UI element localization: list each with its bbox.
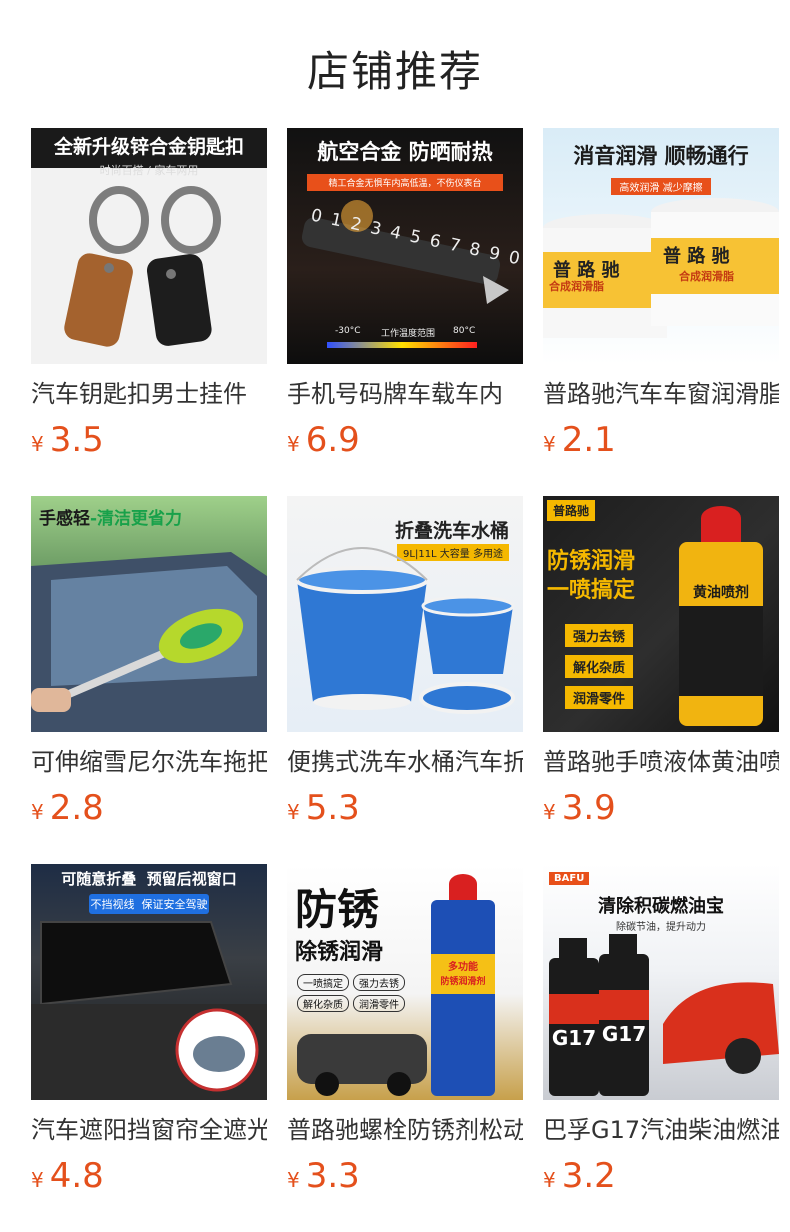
product-image: 手感轻-清洁更省力 [31,496,267,732]
product-image: 可随意折叠 预留后视窗口 不挡视线 保证安全驾驶 [31,864,267,1100]
product-price: ¥3.3 [287,1158,523,1194]
currency-symbol: ¥ [543,1168,556,1192]
product-name: 巴孚G17汽油柴油燃油宝 [543,1116,779,1144]
product-card-folding-bucket[interactable]: 折叠洗车水桶 9L|11L 大容量 多用途 便携式洗车水桶汽车折叠 ¥5.3 [287,496,523,828]
price-value: 2.8 [49,788,104,828]
can-label: 黄油喷剂 [693,585,749,601]
currency-symbol: ¥ [287,432,300,456]
product-card-chenille-mop[interactable]: 手感轻-清洁更省力 可伸缩雪尼尔洗车拖把 ¥2.8 [31,496,267,828]
price-value: 3.9 [561,788,616,828]
product-price: ¥2.1 [543,422,779,458]
product-image: BAFU 清除积碳燃油宝 除碳节油，提升动力 G17 G17 [543,864,779,1100]
product-image: 防锈 除锈润滑 一喷搞定 强力去锈 解化杂质 润滑零件 多功能 防锈润滑剂 [287,864,523,1100]
jar-label-right: 普 路 驰 [663,246,730,267]
price-value: 6.9 [305,420,360,460]
price-value: 3.2 [561,1156,616,1196]
price-value: 5.3 [305,788,360,828]
page-title: 店铺推荐 [306,47,483,96]
currency-symbol: ¥ [31,432,44,456]
product-name: 普路驰螺栓防锈剂松动剂 [287,1116,523,1144]
currency-symbol: ¥ [287,1168,300,1192]
shop-recommendation-page: 店铺推荐 全新升级锌合金钥匙扣 时尚百搭 / 家车两用 汽车钥匙扣男士挂件 ¥3… [0,0,790,1232]
temp-high-label: 80°C [453,326,476,336]
product-card-rust-remover[interactable]: 防锈 除锈润滑 一喷搞定 强力去锈 解化杂质 润滑零件 多功能 防锈润滑剂 普路… [287,864,523,1196]
currency-symbol: ¥ [543,800,556,824]
product-name: 便携式洗车水桶汽车折叠 [287,748,523,776]
sunshade-illustration [31,921,267,1100]
product-image: 全新升级锌合金钥匙扣 时尚百搭 / 家车两用 [31,128,267,364]
spray-can-illustration [679,506,763,726]
product-image: 航空合金 防晒耐热 精工合金无惧车内高低温，不伤仪表台 0 1 2 3 4 5 … [287,128,523,364]
product-card-fuel-additive[interactable]: BAFU 清除积碳燃油宝 除碳节油，提升动力 G17 G17 巴孚G17汽油柴油… [543,864,779,1196]
product-card-window-grease[interactable]: 消音润滑 顺畅通行 高效润滑 减少摩擦 普 路 驰 普 路 驰 合成润滑脂 合成… [543,128,779,460]
product-name: 汽车遮阳挡窗帘全遮光 [31,1116,267,1144]
product-name: 普路驰汽车车窗润滑脂 [543,380,779,408]
temp-low-label: -30°C [335,326,361,336]
product-image: 折叠洗车水桶 9L|11L 大容量 多用途 [287,496,523,732]
fuel-bottles-illustration [549,934,779,1096]
can-label-a: 多功能 [448,962,478,973]
bottle-label-right: G17 [601,1022,647,1046]
product-price: ¥2.8 [31,790,267,826]
product-price: ¥4.8 [31,1158,267,1194]
price-value: 3.5 [49,420,104,460]
bottle-label-left: G17 [551,1026,597,1050]
currency-symbol: ¥ [543,432,556,456]
product-price: ¥5.3 [287,790,523,826]
price-value: 2.1 [561,420,616,460]
price-value: 4.8 [49,1156,104,1196]
temp-range-label: 工作温度范围 [381,329,436,339]
jar-sublabel-right: 合成润滑脂 [679,270,734,283]
product-card-sunshade[interactable]: 可随意折叠 预留后视窗口 不挡视线 保证安全驾驶 汽车遮阳挡窗帘全遮光 ¥4.8 [31,864,267,1196]
product-name: 普路驰手喷液体黄油喷剂 [543,748,779,776]
product-card-butter-spray[interactable]: 普路驰 防锈润滑 一喷搞定 强力去锈 解化杂质 润滑零件 黄油喷剂 普路驰手喷液… [543,496,779,828]
product-price: ¥6.9 [287,422,523,458]
product-name: 手机号码牌车载车内 [287,380,503,408]
grease-jar-illustration [543,198,779,338]
product-image: 普路驰 防锈润滑 一喷搞定 强力去锈 解化杂质 润滑零件 黄油喷剂 [543,496,779,732]
product-card-keychain[interactable]: 全新升级锌合金钥匙扣 时尚百搭 / 家车两用 汽车钥匙扣男士挂件 ¥3.5 [31,128,267,460]
product-price: ¥3.2 [543,1158,779,1194]
product-card-number-plate[interactable]: 航空合金 防晒耐热 精工合金无惧车内高低温，不伤仪表台 0 1 2 3 4 5 … [287,128,523,460]
bucket-illustration [295,547,515,714]
currency-symbol: ¥ [287,800,300,824]
product-name: 可伸缩雪尼尔洗车拖把 [31,748,267,776]
currency-symbol: ¥ [31,1168,44,1192]
jar-sublabel-left: 合成润滑脂 [549,280,604,293]
can-label-b: 防锈润滑剂 [440,977,486,987]
currency-symbol: ¥ [31,800,44,824]
product-image: 消音润滑 顺畅通行 高效润滑 减少摩擦 普 路 驰 普 路 驰 合成润滑脂 合成… [543,128,779,364]
product-grid: 全新升级锌合金钥匙扣 时尚百搭 / 家车两用 汽车钥匙扣男士挂件 ¥3.5 航空… [31,128,779,1196]
product-name: 汽车钥匙扣男士挂件 [31,380,247,408]
keychain-illustration [64,186,221,347]
price-value: 3.3 [305,1156,360,1196]
mop-illustration [31,552,267,732]
product-price: ¥3.5 [31,422,267,458]
product-price: ¥3.9 [543,790,779,826]
